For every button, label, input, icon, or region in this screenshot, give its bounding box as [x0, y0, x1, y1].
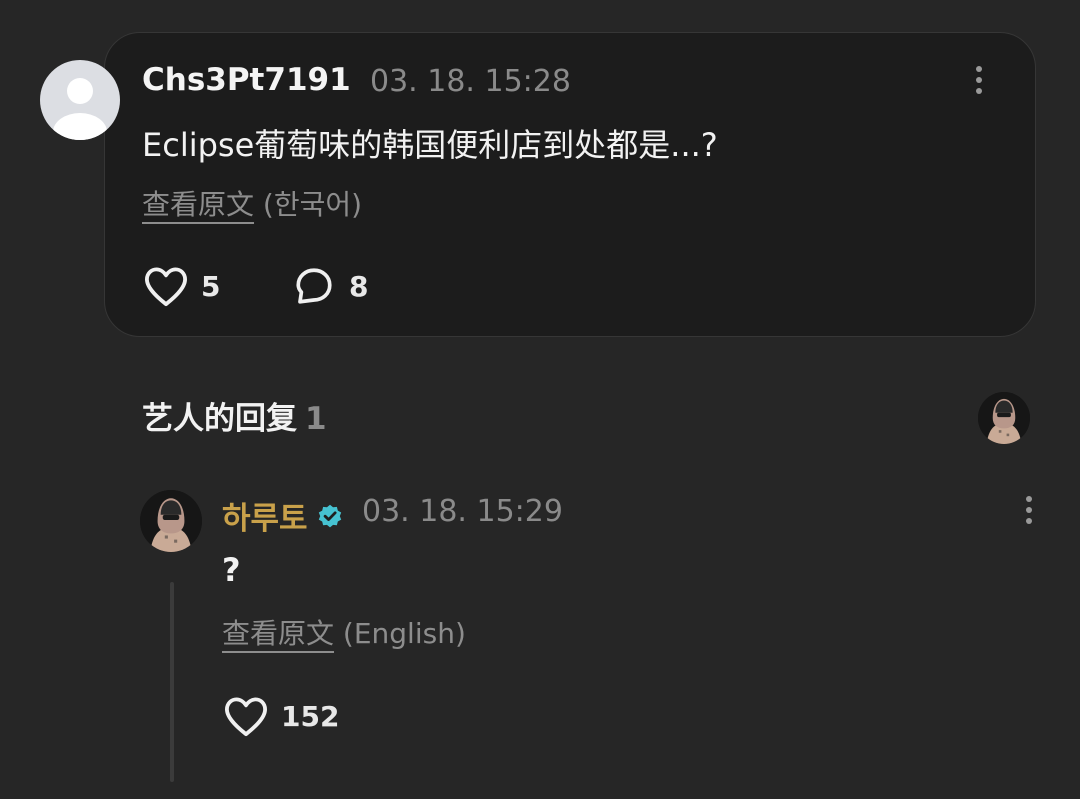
reply-like-button[interactable]: 152 [223, 695, 339, 737]
artist-replies-count: 1 [305, 401, 327, 437]
artist-replies-header: 艺人的回复 1 [142, 393, 327, 438]
original-language-label: (한국어) [262, 188, 363, 221]
view-original-link[interactable]: 查看原文 [142, 188, 254, 221]
more-options-icon[interactable] [973, 66, 985, 102]
comment-author-name[interactable]: Chs3Pt7191 [142, 62, 351, 98]
artist-avatar[interactable] [140, 490, 202, 552]
artist-name-row: 하루토 [222, 493, 344, 539]
comment-view-original: 查看原文 (한국어) [142, 183, 362, 223]
reply-view-original-link[interactable]: 查看原文 [222, 617, 334, 650]
reply-heart-outline-icon [225, 697, 268, 737]
artist-name[interactable]: 하루토 [222, 501, 308, 537]
reply-like-count: 152 [281, 699, 340, 733]
artist-replies-title: 艺人的回复 [142, 401, 297, 437]
reply-thread-line [170, 582, 174, 782]
comment-text: Eclipse葡萄味的韩国便利店到处都是...? [142, 126, 718, 164]
reply-count: 8 [349, 269, 369, 303]
verified-badge-icon [316, 503, 344, 539]
like-count: 5 [201, 269, 221, 303]
speech-bubble-icon [296, 268, 332, 304]
default-avatar-icon[interactable] [40, 60, 120, 140]
reply-view-original: 查看原文 (English) [222, 612, 466, 652]
reply-original-language-label: (English) [342, 617, 466, 650]
comment-timestamp: 03. 18. 15:28 [370, 64, 571, 99]
reply-button[interactable]: 8 [293, 265, 368, 307]
reply-timestamp: 03. 18. 15:29 [362, 494, 563, 529]
reply-text: ? [222, 551, 241, 589]
heart-outline-icon [145, 267, 187, 307]
artist-avatar-small[interactable] [978, 392, 1030, 444]
like-button[interactable]: 5 [143, 265, 220, 307]
reply-more-options-icon[interactable] [1023, 496, 1035, 532]
